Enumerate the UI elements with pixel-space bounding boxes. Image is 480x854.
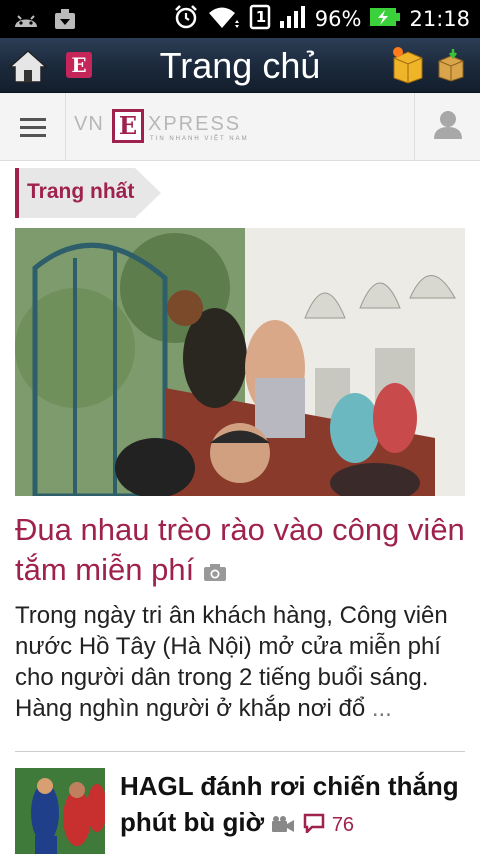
signal-icon [279, 5, 307, 33]
new-package-button[interactable] [390, 46, 426, 84]
second-article-photo [15, 768, 105, 854]
package-download-icon [438, 49, 464, 82]
package-star-icon [393, 47, 423, 84]
comment-count[interactable]: 76 [332, 814, 354, 836]
divider [15, 751, 465, 752]
lead-article-headline[interactable]: Đua nhau trèo rào vào công viên tắm miễn… [15, 510, 470, 592]
battery-charging-icon [369, 6, 401, 32]
download-package-button[interactable] [436, 48, 466, 82]
second-article-thumbnail[interactable] [15, 768, 105, 854]
android-debug-icon [12, 7, 40, 35]
logo-vn: VN [74, 113, 104, 135]
site-header: VN E XPRESS TIN NHANH VIỆT NAM [0, 93, 480, 161]
section-label: Trang nhất [27, 180, 135, 203]
user-account-button[interactable] [414, 93, 480, 161]
download-icon [52, 7, 78, 35]
lead-headline-text: Đua nhau trèo rào vào công viên tắm miễn… [15, 512, 465, 587]
vnexpress-logo[interactable]: VN E XPRESS TIN NHANH VIỆT NAM [74, 109, 264, 145]
lead-article-summary[interactable]: Trong ngày tri ân khách hàng, Công viên … [15, 600, 470, 724]
menu-icon [20, 118, 46, 121]
comment-icon [303, 806, 325, 842]
camera-icon [203, 552, 227, 592]
logo-tagline: TIN NHANH VIỆT NAM [150, 136, 249, 142]
menu-button[interactable] [0, 93, 66, 161]
sim-icon: 1 [249, 4, 271, 34]
action-bar: E Trang chủ [0, 38, 480, 93]
lead-article-image[interactable] [15, 228, 465, 496]
alarm-icon [173, 4, 199, 34]
battery-percent: 96% [314, 7, 362, 31]
lead-photo [15, 228, 465, 496]
sim-number: 1 [255, 8, 267, 26]
summary-ellipsis: ... [371, 695, 392, 722]
logo-xpress: XPRESS [148, 113, 242, 135]
wifi-icon [207, 4, 241, 34]
user-icon [434, 111, 462, 139]
section-tag[interactable]: Trang nhất [15, 168, 165, 218]
second-article-headline[interactable]: HAGL đánh rơi chiến thắng phút bù giờ 76 [120, 768, 470, 843]
status-bar: 1 96% 21:18 [0, 0, 480, 38]
logo-e: E [112, 109, 144, 143]
clock: 21:18 [409, 7, 470, 31]
video-icon [271, 806, 295, 842]
